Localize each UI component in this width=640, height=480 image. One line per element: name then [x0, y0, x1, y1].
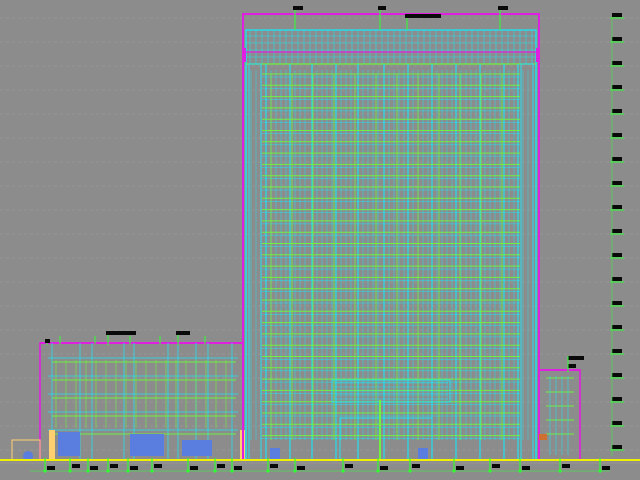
annex-top-tag	[568, 356, 584, 360]
entrance-door	[418, 448, 428, 460]
dimension-tag	[562, 464, 570, 468]
level-marker-tag	[612, 325, 622, 329]
dimension-tag	[90, 466, 98, 470]
level-marker-tag	[612, 421, 622, 425]
dimension-tag	[602, 466, 610, 470]
dimension-tag	[234, 466, 242, 470]
dimension-tag	[412, 464, 420, 468]
podium-door-2	[130, 434, 164, 456]
dimension-tag	[270, 464, 278, 468]
dimension-tag	[217, 464, 225, 468]
ground-line	[0, 459, 640, 464]
level-marker-tag	[612, 277, 622, 281]
dimension-tag	[492, 464, 500, 468]
dimension-tag	[154, 464, 162, 468]
level-marker-tag	[612, 85, 622, 89]
tower-crown	[245, 29, 537, 65]
side-door	[270, 448, 280, 460]
level-marker-tag	[612, 445, 622, 449]
dimension-tag	[456, 466, 464, 470]
podium-door-1	[58, 432, 80, 456]
podium-pillar-left	[49, 430, 55, 460]
dimension-tag	[72, 464, 80, 468]
annex-sign	[539, 434, 547, 440]
level-marker-tag	[612, 229, 622, 233]
tower-elevation	[242, 6, 540, 461]
tower-top-tag	[498, 6, 508, 10]
level-marker-tag	[612, 373, 622, 377]
podium-door-3	[182, 440, 212, 456]
dimension-tag	[110, 464, 118, 468]
dimension-tag	[190, 466, 198, 470]
level-marker-tag	[612, 397, 622, 401]
level-marker-tag	[612, 61, 622, 65]
annex-top-tag	[568, 364, 576, 368]
dimension-tag	[47, 466, 55, 470]
cad-viewport[interactable]	[0, 0, 640, 480]
level-marker-tag	[612, 37, 622, 41]
level-marker-tag	[612, 301, 622, 305]
podium-top-tag	[176, 331, 190, 335]
tower-top-tag	[293, 6, 303, 10]
annex-right-elevation	[538, 356, 584, 461]
dimension-tag	[130, 466, 138, 470]
podium-top-tag	[45, 339, 50, 343]
level-marker-tag	[612, 13, 622, 17]
level-marker-tag	[612, 109, 622, 113]
level-marker-tag	[612, 157, 622, 161]
tower-top-tag	[405, 14, 441, 18]
tower-right-marker	[536, 48, 540, 62]
annex-outline	[538, 369, 581, 461]
level-marker-tag	[612, 253, 622, 257]
podium-left-elevation	[11, 331, 245, 461]
podium-top-tag	[106, 331, 136, 335]
level-marker-tag	[612, 133, 622, 137]
level-marker-tag	[612, 205, 622, 209]
tower-top-tag	[378, 6, 386, 10]
tower-outline	[242, 13, 540, 461]
level-marker-tag	[612, 349, 622, 353]
dimension-tag	[345, 464, 353, 468]
tower-left-marker	[242, 48, 246, 62]
level-markers-right	[610, 13, 624, 456]
dimension-tag	[522, 466, 530, 470]
level-marker-tag	[612, 181, 622, 185]
elevation-drawing	[0, 6, 640, 473]
dimension-tag	[380, 466, 388, 470]
dimension-tag	[297, 466, 305, 470]
